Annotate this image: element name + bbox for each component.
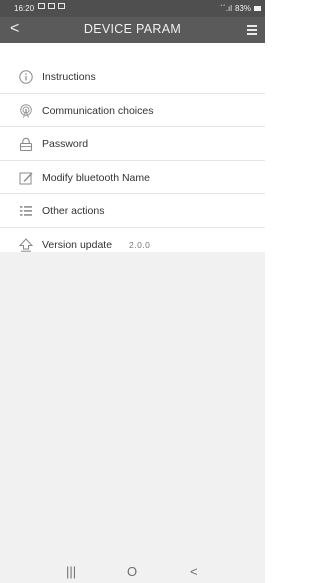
menu-item-instructions[interactable]: Instructions [0, 60, 265, 94]
version-number: 2.0.0 [129, 239, 151, 250]
edit-icon [19, 172, 33, 185]
menu-button[interactable] [247, 25, 257, 37]
menu-item-label: Other actions [42, 205, 105, 218]
recent-apps-button[interactable]: ||| [66, 564, 76, 579]
app-header: < DEVICE PARAM [0, 17, 265, 43]
empty-area [0, 252, 265, 583]
antenna-icon [20, 103, 32, 118]
menu-item-label: Password [42, 138, 89, 151]
page-title: DEVICE PARAM [83, 22, 182, 36]
notification-icons [38, 3, 65, 9]
menu-item-password[interactable]: Password [0, 127, 265, 161]
list-icon [20, 206, 32, 217]
home-button[interactable]: O [127, 564, 137, 579]
grid-icon [48, 3, 55, 9]
menu-item-label: Instructions [42, 71, 96, 83]
lock-icon [19, 138, 33, 152]
status-bar: 16:20 ´´.ıl 83% [0, 0, 265, 17]
nav-back-button[interactable]: < [190, 564, 198, 579]
info-icon [19, 70, 33, 84]
status-time: 16:20 [14, 4, 35, 13]
menu-item-communication[interactable]: Communication choices [0, 93, 265, 128]
image-icon [38, 3, 45, 9]
signal-icon: ´´.ıl [220, 4, 232, 13]
s-icon [58, 3, 65, 9]
menu-item-modify-bluetooth-name[interactable]: Modify bluetooth Name [0, 160, 265, 195]
battery-level: 83% [234, 4, 251, 13]
menu-item-label: Communication choices [42, 104, 154, 117]
battery-icon [254, 6, 261, 11]
menu-item-label: Version update [42, 238, 113, 251]
menu-item-label: Modify bluetooth Name [42, 171, 150, 184]
upload-icon [19, 238, 33, 252]
menu-item-other-actions[interactable]: Other actions [0, 194, 265, 228]
settings-list: Instructions Communication choices Passw… [0, 60, 265, 262]
system-nav-bar: ||| O < [0, 561, 265, 583]
